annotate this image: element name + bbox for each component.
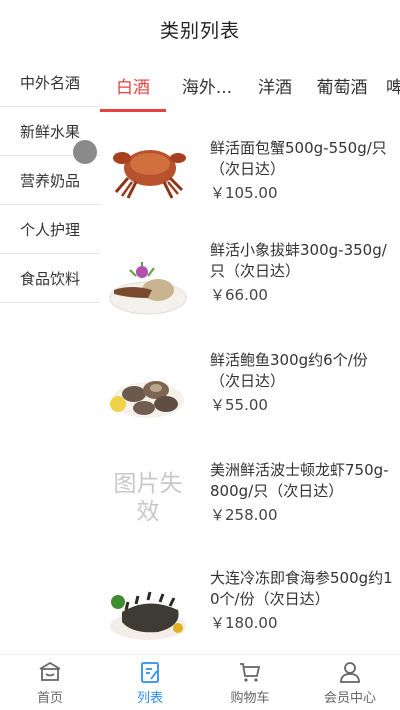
tabbar-label: 首页 xyxy=(36,691,63,706)
product-price: ￥180.00 xyxy=(210,614,278,632)
tab-wine[interactable]: 葡萄酒 xyxy=(312,58,372,112)
product-item[interactable]: 鲜活小象拔蚌300g-350g/只（次日达） ￥66.00 xyxy=(100,232,400,342)
product-name: 鲜活小象拔蚌300g-350g/只（次日达） xyxy=(210,241,387,280)
tab-baijiu[interactable]: 白酒 xyxy=(100,58,166,112)
product-image-crab xyxy=(108,130,188,210)
tab-overseas[interactable]: 海外... xyxy=(174,58,240,112)
product-name: 美洲鲜活波士顿龙虾750g-800g/只（次日达） xyxy=(210,461,389,500)
product-image-sea-cucumber xyxy=(108,572,188,652)
product-image-broken: 图片失效 xyxy=(108,458,188,538)
tabbar-cart[interactable]: 购物车 xyxy=(200,655,300,710)
subcategory-tabs: 白酒 海外... 洋酒 葡萄酒 啤酒 xyxy=(100,58,400,112)
tabbar-list[interactable]: 列表 xyxy=(100,655,200,710)
title-bar: 类别列表 xyxy=(0,0,400,58)
sidebar-item-wine[interactable]: 中外名酒 xyxy=(0,58,100,107)
product-image-geoduck xyxy=(108,246,188,326)
product-item[interactable]: 鲜活面包蟹500g-550g/只（次日达） ￥105.00 xyxy=(100,122,400,232)
product-name: 鲜活鲍鱼300g约6个/份（次日达） xyxy=(210,351,368,390)
product-list: 鲜活面包蟹500g-550g/只（次日达） ￥105.00 鲜活小象拔蚌300g… xyxy=(100,112,400,654)
bottom-tabbar: 首页 列表 购物车 会员中心 xyxy=(0,654,400,710)
product-item[interactable]: 大连冷冻即食海参500g约10个/份（次日达） ￥180.00 xyxy=(100,562,400,654)
tabbar-label: 购物车 xyxy=(230,691,270,706)
tabbar-label: 会员中心 xyxy=(323,691,376,706)
tabbar-label: 列表 xyxy=(136,691,163,706)
list-icon xyxy=(141,662,159,683)
page-title: 类别列表 xyxy=(159,19,240,42)
floating-drag-handle[interactable] xyxy=(73,140,97,164)
tabbar-home[interactable]: 首页 xyxy=(0,655,100,710)
category-sidebar: 中外名酒 新鲜水果 营养奶品 个人护理 食品饮料 xyxy=(0,58,100,308)
product-price: ￥66.00 xyxy=(210,286,268,304)
product-price: ￥55.00 xyxy=(210,396,268,414)
tab-beer[interactable]: 啤酒 xyxy=(386,58,400,112)
product-name: 大连冷冻即食海参500g约10个/份（次日达） xyxy=(210,569,393,608)
product-item[interactable]: 鲜活鲍鱼300g约6个/份（次日达） ￥55.00 xyxy=(100,342,400,452)
tabbar-member[interactable]: 会员中心 xyxy=(300,655,400,710)
user-icon xyxy=(340,662,360,683)
broken-image-placeholder: 图片失效 xyxy=(113,471,183,525)
sidebar-item-food-drink[interactable]: 食品饮料 xyxy=(0,254,100,303)
product-name: 鲜活面包蟹500g-550g/只（次日达） xyxy=(210,139,387,178)
sidebar-item-personal-care[interactable]: 个人护理 xyxy=(0,205,100,254)
product-item[interactable]: 图片失效 美洲鲜活波士顿龙虾750g-800g/只（次日达） ￥258.00 xyxy=(100,452,400,562)
tab-spirits[interactable]: 洋酒 xyxy=(252,58,298,112)
product-image-abalone xyxy=(108,354,188,434)
cart-icon xyxy=(240,663,261,682)
home-icon xyxy=(39,661,61,681)
product-price: ￥258.00 xyxy=(210,506,278,524)
product-price: ￥105.00 xyxy=(210,184,278,202)
